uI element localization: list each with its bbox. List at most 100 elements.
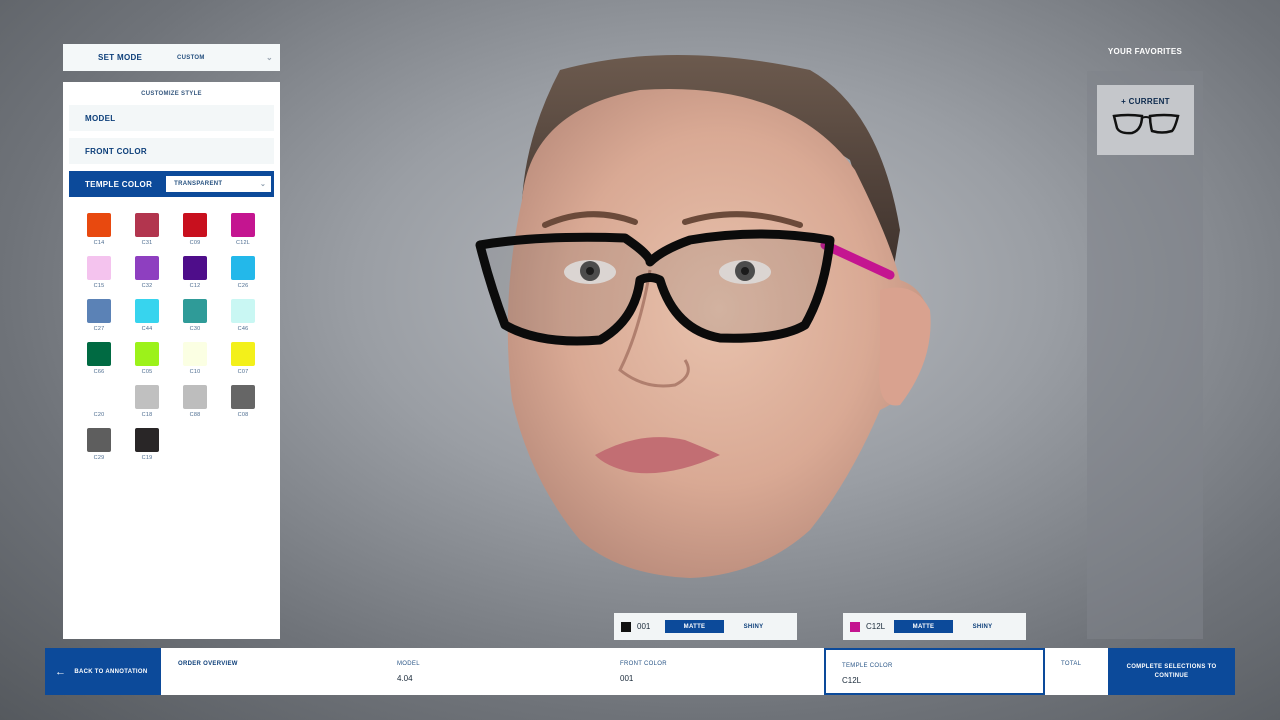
model-row[interactable]: MODEL	[69, 105, 274, 131]
color-swatch-c32[interactable]: C32	[135, 256, 159, 289]
order-overview-label: ORDER OVERVIEW	[178, 661, 238, 667]
temple-color-select-value: TRANSPARENT	[174, 181, 223, 187]
set-mode-label: SET MODE	[98, 53, 143, 62]
color-swatch-c29[interactable]: C29	[87, 428, 111, 461]
chevron-down-icon: ⌄	[259, 181, 267, 188]
color-swatch-c88[interactable]: C88	[183, 385, 207, 418]
complete-label: COMPLETE SELECTIONS TO CONTINUE	[1126, 663, 1217, 679]
front-color-label: FRONT COLOR	[85, 146, 147, 156]
swatch-code: C09	[189, 240, 201, 246]
current-label: + CURRENT	[1121, 97, 1170, 106]
back-to-annotation-button[interactable]: ← BACK TO ANNOTATION	[45, 648, 161, 695]
temple-color-select[interactable]: TRANSPARENT ⌄	[166, 176, 272, 192]
order-bar: ← BACK TO ANNOTATION ORDER OVERVIEW MODE…	[45, 648, 1235, 695]
temple-matte-button[interactable]: MATTE	[894, 620, 953, 633]
swatch-code: C12	[189, 283, 201, 289]
color-swatch-c15[interactable]: C15	[87, 256, 111, 289]
swatch-chip	[135, 213, 159, 237]
back-label: BACK TO ANNOTATION	[74, 668, 148, 675]
temple-shiny-button[interactable]: SHINY	[953, 620, 1012, 633]
color-swatch-c26[interactable]: C26	[231, 256, 255, 289]
color-swatch-c12l[interactable]: C12L	[231, 213, 255, 246]
swatch-chip	[231, 385, 255, 409]
color-swatch-c18[interactable]: C18	[135, 385, 159, 418]
set-mode-dropdown[interactable]: SET MODE CUSTOM ⌄	[63, 44, 280, 71]
swatch-chip	[87, 385, 111, 409]
swatch-chip	[135, 428, 159, 452]
swatch-code: C44	[141, 326, 153, 332]
3d-face-viewer[interactable]	[290, 0, 1080, 640]
order-front-value: 001	[620, 674, 634, 683]
color-swatch-c27[interactable]: C27	[87, 299, 111, 332]
front-color-row[interactable]: FRONT COLOR	[69, 138, 274, 164]
swatch-code: C46	[237, 326, 249, 332]
color-swatch-c19[interactable]: C19	[135, 428, 159, 461]
swatch-code: C31	[141, 240, 153, 246]
order-temple-value: C12L	[842, 676, 862, 685]
swatch-chip	[231, 342, 255, 366]
swatch-chip	[87, 213, 111, 237]
swatch-chip	[87, 428, 111, 452]
model-label: MODEL	[85, 113, 116, 123]
front-shiny-button[interactable]: SHINY	[724, 620, 783, 633]
swatch-code: C30	[189, 326, 201, 332]
order-temple-color[interactable]: TEMPLE COLOR C12L	[824, 648, 1045, 695]
order-model-key: MODEL	[397, 661, 420, 667]
swatch-code: C12L	[236, 240, 250, 246]
color-swatch-c08[interactable]: C08	[231, 385, 255, 418]
color-swatch-c31[interactable]: C31	[135, 213, 159, 246]
color-swatch-c20[interactable]: C20	[87, 385, 111, 418]
face-model	[475, 55, 931, 578]
favorites-title: YOUR FAVORITES	[1107, 47, 1183, 56]
swatch-chip	[135, 342, 159, 366]
swatch-chip	[183, 213, 207, 237]
glasses-thumbnail-icon	[1111, 113, 1180, 135]
order-front-key: FRONT COLOR	[620, 661, 667, 667]
swatch-code: C88	[189, 412, 201, 418]
swatch-code: C08	[237, 412, 249, 418]
order-temple-key: TEMPLE COLOR	[842, 663, 893, 669]
swatch-chip	[135, 385, 159, 409]
swatch-code: C66	[93, 369, 105, 375]
color-swatch-c10[interactable]: C10	[183, 342, 207, 375]
color-swatch-c66[interactable]: C66	[87, 342, 111, 375]
swatch-code: C14	[93, 240, 105, 246]
complete-selections-button[interactable]: COMPLETE SELECTIONS TO CONTINUE	[1108, 648, 1235, 695]
front-finish-selector: 001 MATTE SHINY	[614, 613, 797, 640]
current-favorite-card[interactable]: + CURRENT	[1097, 85, 1194, 155]
swatch-code: C18	[141, 412, 153, 418]
swatch-chip	[87, 256, 111, 280]
order-front-color[interactable]: FRONT COLOR 001	[620, 648, 820, 695]
swatch-chip	[135, 299, 159, 323]
temple-color-row[interactable]: TEMPLE COLOR TRANSPARENT ⌄	[69, 171, 274, 197]
swatch-chip	[183, 385, 207, 409]
order-total: TOTAL	[1061, 648, 1101, 695]
swatch-chip	[183, 299, 207, 323]
color-swatch-c14[interactable]: C14	[87, 213, 111, 246]
swatch-chip	[87, 299, 111, 323]
set-mode-value: CUSTOM	[177, 54, 205, 61]
color-swatch-c46[interactable]: C46	[231, 299, 255, 332]
swatch-code: C29	[93, 455, 105, 461]
swatch-chip	[135, 256, 159, 280]
swatch-code: C10	[189, 369, 201, 375]
swatch-code: C20	[93, 412, 105, 418]
order-model[interactable]: MODEL 4.04	[397, 648, 597, 695]
color-swatch-c30[interactable]: C30	[183, 299, 207, 332]
color-swatch-c44[interactable]: C44	[135, 299, 159, 332]
swatch-chip	[231, 213, 255, 237]
swatch-code: C19	[141, 455, 153, 461]
favorites-panel: + CURRENT	[1087, 71, 1203, 639]
color-swatch-c07[interactable]: C07	[231, 342, 255, 375]
front-matte-button[interactable]: MATTE	[665, 620, 724, 633]
swatch-chip	[231, 299, 255, 323]
color-swatch-c05[interactable]: C05	[135, 342, 159, 375]
swatch-code: C15	[93, 283, 105, 289]
swatch-code: C05	[141, 369, 153, 375]
swatch-code: C07	[237, 369, 249, 375]
swatch-code: C27	[93, 326, 105, 332]
temple-color-label: TEMPLE COLOR	[85, 179, 153, 189]
chevron-down-icon: ⌄	[266, 53, 274, 62]
color-swatch-c09[interactable]: C09	[183, 213, 207, 246]
color-swatch-c12[interactable]: C12	[183, 256, 207, 289]
